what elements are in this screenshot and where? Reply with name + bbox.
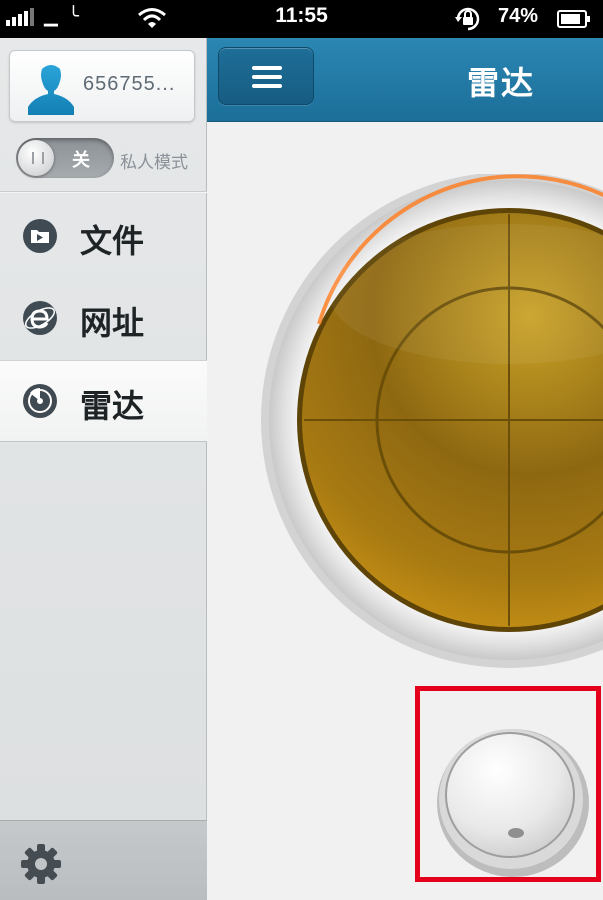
sidebar-item-label: 雷达 (80, 387, 145, 425)
hamburger-menu-icon (252, 66, 282, 88)
top-navigation-bar: 雷达 (207, 38, 603, 122)
radar-scan-button-highlight (415, 686, 601, 882)
toggle-knob (18, 140, 54, 176)
sidebar: 656755... 关 私人模式 文件 网址 雷达 (0, 38, 207, 900)
radar-display (261, 174, 603, 668)
menu-button[interactable] (218, 47, 314, 105)
sidebar-item-label: 网址 (80, 304, 145, 342)
divider (0, 191, 207, 193)
sidebar-item-urls[interactable]: 网址 (0, 278, 207, 360)
battery-icon (557, 10, 590, 28)
main-panel: 雷达 (207, 38, 603, 900)
rotation-lock-icon (455, 7, 480, 31)
user-avatar-icon (28, 65, 74, 115)
user-name: 656755... (83, 73, 176, 95)
folder-icon (23, 219, 57, 253)
browser-e-icon (23, 301, 57, 335)
user-account-button[interactable]: 656755... (9, 50, 195, 122)
page-title: 雷达 (467, 64, 536, 102)
radar-icon (23, 384, 57, 418)
radar-scan-button[interactable] (432, 719, 594, 881)
toggle-state-label: 关 (72, 150, 90, 171)
sidebar-footer (0, 820, 207, 900)
gear-icon[interactable] (20, 843, 62, 885)
private-mode-label: 私人模式 (120, 153, 188, 173)
sidebar-item-files[interactable]: 文件 (0, 196, 207, 278)
battery-percent: 74% (498, 5, 539, 27)
private-mode-toggle[interactable]: 关 (16, 138, 114, 178)
status-bar: ▁ ╰ 11:55 74% (0, 0, 603, 38)
private-mode-row: 关 私人模式 (14, 138, 204, 178)
sidebar-item-radar[interactable]: 雷达 (0, 360, 207, 442)
sidebar-item-label: 文件 (80, 222, 145, 260)
